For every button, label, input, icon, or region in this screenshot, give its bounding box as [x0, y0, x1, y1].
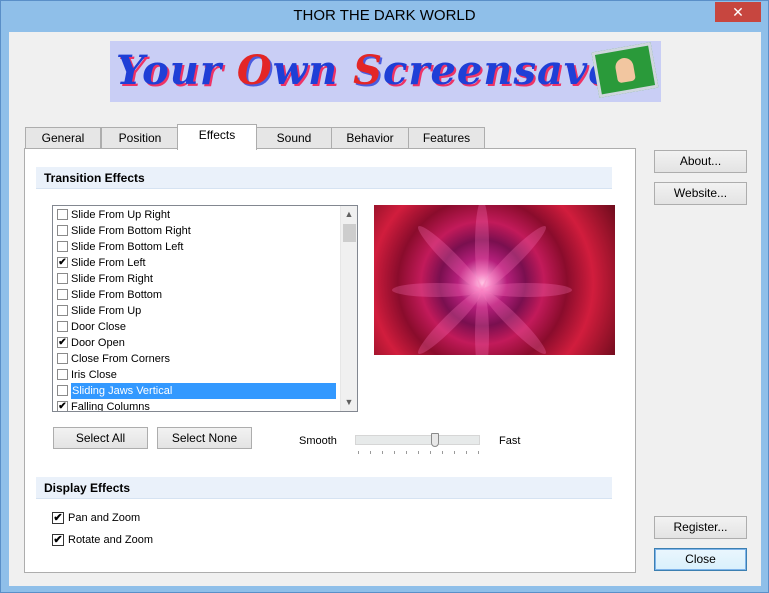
title-bar: THOR THE DARK WORLD ✕ [1, 1, 768, 31]
rotate-zoom-checkbox[interactable]: ✔ Rotate and Zoom [52, 534, 153, 548]
item-label: Door Close [71, 321, 127, 333]
slider-tick [430, 451, 431, 454]
about-button[interactable]: About... [654, 150, 747, 173]
item-checkbox-icon[interactable] [57, 321, 68, 332]
effects-panel: Transition Effects Slide From Up Right Sl… [24, 148, 636, 573]
monitor-person-icon [591, 42, 659, 98]
transition-item[interactable]: Sliding Jaws Vertical [54, 383, 336, 399]
item-checkbox-icon[interactable] [57, 225, 68, 236]
transition-item[interactable]: Slide From Bottom [54, 287, 336, 303]
item-label: Iris Close [71, 369, 117, 381]
item-label: Sliding Jaws Vertical [71, 383, 336, 399]
item-checkbox-icon[interactable] [57, 209, 68, 220]
item-label: Slide From Bottom [71, 289, 163, 301]
rotate-zoom-label: Rotate and Zoom [68, 534, 153, 546]
item-label: Slide From Left [71, 257, 146, 269]
tab-sound[interactable]: Sound [256, 127, 332, 149]
flower-petal [482, 283, 572, 297]
item-checkbox-icon[interactable]: ✔ [57, 401, 68, 411]
slider-tick [394, 451, 395, 454]
item-label: Close From Corners [71, 353, 171, 365]
preview-image [374, 205, 615, 355]
transition-item[interactable]: Slide From Bottom Left [54, 239, 336, 255]
item-checkbox-icon[interactable]: ✔ [57, 337, 68, 348]
select-all-button[interactable]: Select All [53, 427, 148, 449]
select-none-button[interactable]: Select None [157, 427, 252, 449]
slider-tick [454, 451, 455, 454]
banner-text-a: Your [116, 47, 237, 94]
list-scrollbar[interactable]: ▲ ▼ [340, 206, 357, 411]
slider-tick [478, 451, 479, 454]
item-label: Falling Columns [71, 401, 150, 412]
item-label: Slide From Right [71, 273, 153, 285]
transition-item[interactable]: Iris Close [54, 367, 336, 383]
speed-smooth-label: Smooth [299, 435, 337, 447]
item-label: Slide From Up [71, 305, 142, 317]
slider-tick [382, 451, 383, 454]
pan-zoom-checkbox[interactable]: ✔ Pan and Zoom [52, 512, 140, 526]
slider-tick [442, 451, 443, 454]
client-area: Your Own Screensaver General Position Ef… [9, 32, 761, 586]
app-window: THOR THE DARK WORLD ✕ Your Own Screensav… [0, 0, 769, 593]
item-checkbox-icon[interactable] [57, 305, 68, 316]
transition-list[interactable]: Slide From Up Right Slide From Bottom Rig… [52, 205, 358, 412]
transition-item[interactable]: Slide From Up [54, 303, 336, 319]
item-checkbox-icon[interactable] [57, 289, 68, 300]
item-checkbox-icon[interactable] [57, 369, 68, 380]
slider-tick [466, 451, 467, 454]
slider-tick [370, 451, 371, 454]
transition-effects-heading: Transition Effects [36, 167, 612, 189]
slider-tick [406, 451, 407, 454]
transition-item[interactable]: ✔ Slide From Left [54, 255, 336, 271]
item-checkbox-icon[interactable] [57, 241, 68, 252]
transition-item[interactable]: ✔ Door Open [54, 335, 336, 351]
item-label: Slide From Bottom Right [71, 225, 191, 237]
scroll-up-icon[interactable]: ▲ [341, 206, 357, 223]
item-checkbox-icon[interactable] [57, 385, 68, 396]
tab-effects[interactable]: Effects [177, 124, 257, 150]
banner-text-b: O [236, 47, 273, 94]
transition-item[interactable]: Slide From Right [54, 271, 336, 287]
item-checkbox-icon[interactable] [57, 353, 68, 364]
tab-features[interactable]: Features [408, 127, 485, 149]
tab-position[interactable]: Position [101, 127, 179, 149]
speed-fast-label: Fast [499, 435, 521, 447]
item-label: Slide From Bottom Left [71, 241, 184, 253]
transition-item[interactable]: Door Close [54, 319, 336, 335]
speed-slider-ticks [358, 451, 479, 455]
banner-text: Your Own Screensaver [116, 47, 637, 94]
tab-behavior[interactable]: Behavior [331, 127, 409, 149]
pan-zoom-label: Pan and Zoom [68, 512, 141, 524]
item-checkbox-icon[interactable]: ✔ [57, 257, 68, 268]
transition-item[interactable]: Close From Corners [54, 351, 336, 367]
slider-tick [358, 451, 359, 454]
display-effects-heading: Display Effects [36, 477, 612, 499]
close-button[interactable]: Close [654, 548, 747, 571]
slider-tick [418, 451, 419, 454]
website-button[interactable]: Website... [654, 182, 747, 205]
window-title: THOR THE DARK WORLD [293, 7, 476, 24]
transition-item[interactable]: Slide From Up Right [54, 207, 336, 223]
rotate-zoom-check-icon[interactable]: ✔ [52, 534, 64, 546]
register-button[interactable]: Register... [654, 516, 747, 539]
banner-text-c: wn [272, 47, 354, 94]
speed-slider-thumb[interactable] [431, 433, 440, 447]
item-checkbox-icon[interactable] [57, 273, 68, 284]
item-label: Slide From Up Right [71, 209, 171, 221]
banner-text-d: S [353, 47, 384, 94]
transition-item[interactable]: ✔ Falling Columns [54, 399, 336, 412]
window-close-button[interactable]: ✕ [715, 2, 761, 22]
banner-logo: Your Own Screensaver [110, 41, 661, 102]
flower-petal [392, 283, 482, 297]
speed-slider-track[interactable] [355, 435, 480, 445]
item-label: Door Open [71, 337, 125, 349]
transition-item[interactable]: Slide From Bottom Right [54, 223, 336, 239]
scroll-thumb[interactable] [343, 224, 356, 242]
tab-general[interactable]: General [25, 127, 101, 149]
pan-zoom-check-icon[interactable]: ✔ [52, 512, 64, 524]
scroll-down-icon[interactable]: ▼ [341, 394, 357, 411]
